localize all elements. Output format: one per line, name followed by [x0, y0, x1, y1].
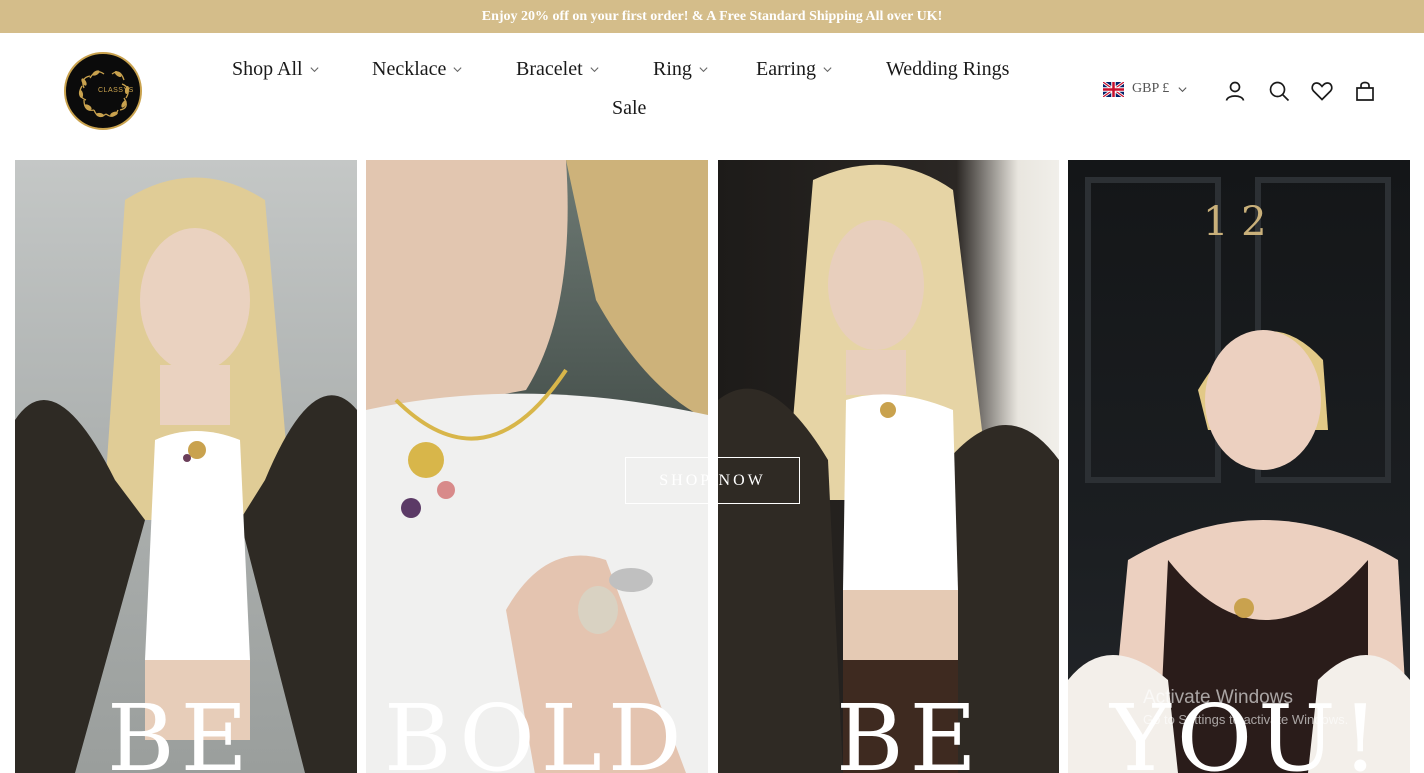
nav-shop-all[interactable]: Shop All [232, 58, 320, 81]
model-photo: 1 2 [1068, 177, 1410, 773]
brand-logo[interactable]: CLASSYS [64, 52, 142, 130]
announcement-bar: Enjoy 20% off on your first order! & A F… [0, 0, 1424, 33]
chevron-down-icon [310, 67, 319, 73]
announcement-text: Enjoy 20% off on your first order! & A F… [481, 8, 943, 24]
watermark-title: Activate Windows [1143, 687, 1293, 708]
chevron-down-icon [1178, 86, 1187, 92]
nav-bracelet[interactable]: Bracelet [516, 58, 600, 81]
nav-necklace[interactable]: Necklace [372, 58, 463, 81]
hero-word-be-2: BE [836, 685, 983, 773]
brand-logo-text: CLASSYS [98, 87, 134, 94]
hero-banner: BE BOLD BE 1 2 YOU! SHOP NOW Activate Wi… [15, 160, 1410, 773]
chevron-down-icon [823, 67, 832, 73]
cart-bag-icon[interactable] [1353, 79, 1377, 103]
nav-ring-label: Ring [653, 58, 692, 80]
windows-activation-watermark: Activate Windows Go to Settings to activ… [1143, 687, 1348, 727]
model-photo [15, 177, 357, 773]
nav-ring[interactable]: Ring [653, 58, 709, 81]
currency-selector[interactable]: GBP £ [1103, 81, 1188, 97]
nav-shop-all-label: Shop All [232, 58, 303, 80]
currency-label: GBP £ [1132, 81, 1170, 96]
search-icon[interactable] [1267, 79, 1291, 103]
nav-sale[interactable]: Sale [612, 97, 646, 120]
nav-wedding-rings-label: Wedding Rings [886, 58, 1010, 80]
nav-bracelet-label: Bracelet [516, 58, 583, 80]
nav-earring-label: Earring [756, 58, 816, 80]
hero-word-bold: BOLD [384, 685, 688, 773]
chevron-down-icon [699, 67, 708, 73]
nav-sale-label: Sale [612, 97, 647, 119]
nav-necklace-label: Necklace [372, 58, 447, 80]
chevron-down-icon [453, 67, 462, 73]
hero-word-be: BE [107, 685, 254, 773]
watermark-subtitle: Go to Settings to activate Windows. [1143, 711, 1349, 727]
chevron-down-icon [590, 67, 599, 73]
hero-panel-1: BE [15, 160, 357, 773]
site-header: CLASSYS Shop All Necklace Bracelet Ring … [0, 33, 1424, 160]
hero-panel-4: 1 2 YOU! [1068, 160, 1410, 773]
shop-now-button[interactable]: SHOP NOW [625, 457, 800, 504]
account-icon[interactable] [1223, 79, 1247, 103]
nav-earring[interactable]: Earring [756, 58, 833, 81]
wishlist-heart-icon[interactable] [1310, 79, 1334, 103]
uk-flag-icon [1103, 81, 1124, 97]
nav-wedding-rings[interactable]: Wedding Rings [886, 58, 1009, 81]
svg-text:1 2: 1 2 [1203, 199, 1267, 245]
